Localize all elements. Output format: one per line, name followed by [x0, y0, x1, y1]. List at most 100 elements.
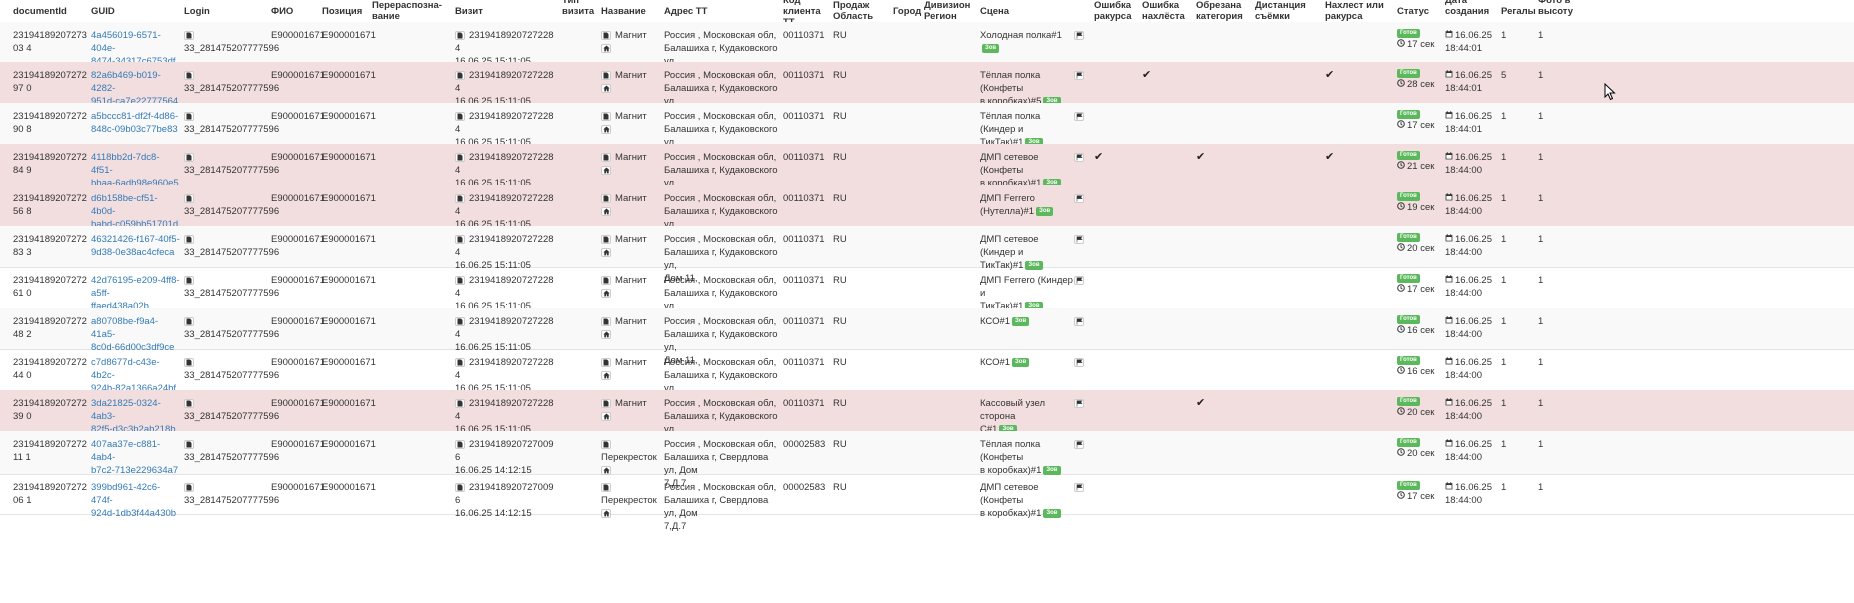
- store-file-icon[interactable]: [601, 70, 611, 80]
- column-header-err_overlap[interactable]: Ошибка нахлёста: [1142, 0, 1194, 22]
- flag-icon[interactable]: [1074, 316, 1084, 326]
- flag-icon[interactable]: [1074, 275, 1084, 285]
- visit-file-icon[interactable]: [455, 152, 465, 162]
- login-file-icon[interactable]: [184, 111, 194, 121]
- guid-link-cont[interactable]: 848c-09b03c77be83: [91, 123, 181, 136]
- column-header-city[interactable]: Город: [893, 0, 923, 22]
- login-file-icon[interactable]: [184, 70, 194, 80]
- home-icon[interactable]: [601, 288, 611, 298]
- guid-link[interactable]: 42d76195-e209-4ff8-a5ff-: [91, 274, 181, 300]
- guid-link[interactable]: a80708be-f9a4-41a5-: [91, 315, 181, 341]
- guid-link[interactable]: c7d8677d-c43e-4b2c-: [91, 356, 181, 382]
- column-header-address[interactable]: Адрес ТТ: [664, 0, 780, 22]
- guid-link[interactable]: 46321426-f167-40f5-: [91, 233, 181, 246]
- guid-link-cont[interactable]: 9d38-0e38ac4cfeca: [91, 246, 181, 259]
- column-header-scene[interactable]: Сцена: [980, 0, 1090, 22]
- guid-link[interactable]: 82a6b469-b019-4282-: [91, 69, 181, 95]
- store-file-icon[interactable]: [601, 316, 611, 326]
- column-header-division[interactable]: Дивизион Регион: [924, 0, 978, 22]
- store-file-icon[interactable]: [601, 193, 611, 203]
- column-header-visit[interactable]: Визит: [455, 0, 559, 22]
- visit-file-icon[interactable]: [455, 482, 465, 492]
- login-file-icon[interactable]: [184, 30, 194, 40]
- visit-file-icon[interactable]: [455, 275, 465, 285]
- store-file-icon[interactable]: [601, 30, 611, 40]
- flag-icon[interactable]: [1074, 111, 1084, 121]
- home-icon[interactable]: [601, 165, 611, 175]
- home-icon[interactable]: [601, 43, 611, 53]
- login-file-icon[interactable]: [184, 234, 194, 244]
- column-header-distance[interactable]: Дистанция съёмки: [1255, 0, 1323, 22]
- login-file-icon[interactable]: [184, 275, 194, 285]
- column-header-status[interactable]: Статус: [1397, 0, 1443, 22]
- home-icon[interactable]: [601, 83, 611, 93]
- home-icon[interactable]: [601, 508, 611, 518]
- login-file-icon[interactable]: [184, 482, 194, 492]
- home-icon[interactable]: [601, 247, 611, 257]
- login-file-icon[interactable]: [184, 398, 194, 408]
- guid-link[interactable]: 407aa37e-c881-4ab4-: [91, 438, 181, 464]
- column-header-documentId[interactable]: documentId: [13, 0, 88, 22]
- shelves-count: 5: [1501, 70, 1507, 81]
- column-header-position[interactable]: Позиция: [322, 0, 370, 22]
- flag-icon[interactable]: [1074, 30, 1084, 40]
- column-header-cut_category[interactable]: Обрезана категория: [1196, 0, 1254, 22]
- flag-icon[interactable]: [1074, 439, 1084, 449]
- store-file-icon[interactable]: [601, 152, 611, 162]
- column-header-login[interactable]: Login: [184, 0, 269, 22]
- login-file-icon[interactable]: [184, 439, 194, 449]
- flag-icon[interactable]: [1074, 193, 1084, 203]
- column-header-shelves[interactable]: Регалы: [1501, 0, 1536, 22]
- login-file-icon[interactable]: [184, 357, 194, 367]
- home-icon[interactable]: [601, 370, 611, 380]
- home-icon[interactable]: [601, 206, 611, 216]
- store-file-icon[interactable]: [601, 439, 611, 449]
- guid-link[interactable]: d6b158be-cf51-4b0d-: [91, 192, 181, 218]
- column-header-redistribution[interactable]: Перераспозна­вание: [372, 0, 452, 22]
- column-header-sales_region[interactable]: Продаж Область: [833, 0, 891, 22]
- column-header-overlap_angle[interactable]: Нахлест или ракурса: [1325, 0, 1395, 22]
- column-header-created[interactable]: Дата создания: [1445, 0, 1499, 22]
- column-header-fio[interactable]: ФИО: [271, 0, 319, 22]
- guid-link[interactable]: 399bd961-42c6-474f-: [91, 481, 181, 507]
- column-header-err_angle[interactable]: Ошибка ракурса: [1094, 0, 1140, 22]
- guid-link[interactable]: 3da21825-0324-4ab3-: [91, 397, 181, 423]
- visit-file-icon[interactable]: [455, 316, 465, 326]
- store-file-icon[interactable]: [601, 234, 611, 244]
- visit-file-icon[interactable]: [455, 30, 465, 40]
- login-file-icon[interactable]: [184, 193, 194, 203]
- visit-file-icon[interactable]: [455, 193, 465, 203]
- column-header-guid[interactable]: GUID: [91, 0, 181, 22]
- store-file-icon[interactable]: [601, 275, 611, 285]
- created-date: 16.06.25: [1455, 234, 1492, 245]
- flag-icon[interactable]: [1074, 398, 1084, 408]
- store-file-icon[interactable]: [601, 357, 611, 367]
- flag-icon[interactable]: [1074, 70, 1084, 80]
- guid-link-cont[interactable]: 924d-1db3f44a430b: [91, 507, 181, 520]
- store-file-icon[interactable]: [601, 398, 611, 408]
- column-header-photo_height[interactable]: Фото в высоту: [1538, 0, 1578, 22]
- guid-link[interactable]: 4a456019-6571-404e-: [91, 29, 181, 55]
- guid-link[interactable]: a5bccc81-df2f-4d86-: [91, 110, 181, 123]
- visit-file-icon[interactable]: [455, 111, 465, 121]
- home-icon[interactable]: [601, 411, 611, 421]
- flag-icon[interactable]: [1074, 152, 1084, 162]
- flag-icon[interactable]: [1074, 482, 1084, 492]
- visit-file-icon[interactable]: [455, 357, 465, 367]
- login-file-icon[interactable]: [184, 316, 194, 326]
- store-file-icon[interactable]: [601, 111, 611, 121]
- home-icon[interactable]: [601, 329, 611, 339]
- store-file-icon[interactable]: [601, 482, 611, 492]
- visit-file-icon[interactable]: [455, 439, 465, 449]
- column-header-visit_type[interactable]: Тип визита: [562, 0, 599, 22]
- login-file-icon[interactable]: [184, 152, 194, 162]
- column-header-client_code[interactable]: Код клиента ТТ: [783, 0, 831, 28]
- visit-file-icon[interactable]: [455, 398, 465, 408]
- guid-link[interactable]: 4118bb2d-7dc8-4f51-: [91, 151, 181, 177]
- visit-file-icon[interactable]: [455, 234, 465, 244]
- flag-icon[interactable]: [1074, 234, 1084, 244]
- home-icon[interactable]: [601, 124, 611, 134]
- flag-icon[interactable]: [1074, 357, 1084, 367]
- visit-file-icon[interactable]: [455, 70, 465, 80]
- column-header-name[interactable]: Название: [601, 0, 661, 22]
